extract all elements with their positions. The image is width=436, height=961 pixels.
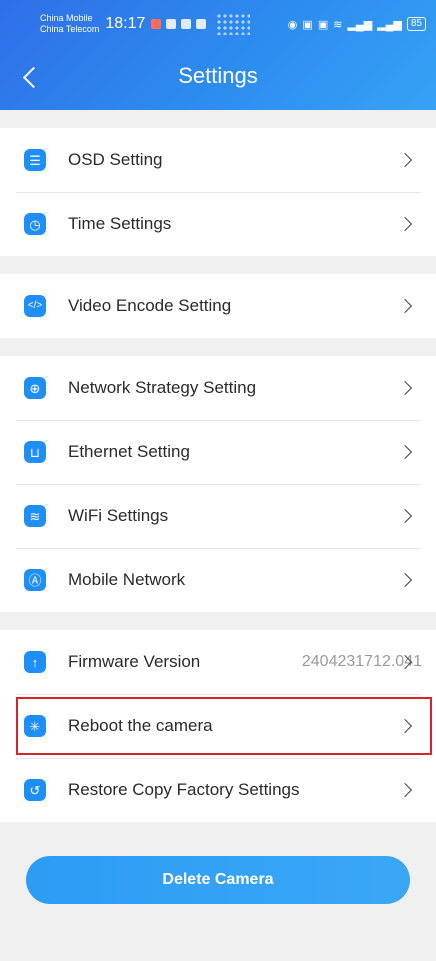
wifi-status-icon: ≋	[333, 18, 343, 31]
settings-item-wifi[interactable]: ≋ WiFi Settings	[0, 484, 436, 548]
settings-group-display: ☰ OSD Setting ◷ Time Settings	[0, 128, 436, 256]
notification-icon	[196, 19, 207, 29]
settings-item-label: Reboot the camera	[68, 716, 213, 735]
settings-item-label: Restore Copy Factory Settings	[68, 780, 300, 799]
signal-icon: ▂▄▆	[347, 18, 373, 31]
section-gap	[0, 338, 436, 356]
section-gap	[0, 612, 436, 630]
chevron-right-icon	[397, 152, 413, 168]
title-bar: Settings	[0, 48, 436, 110]
app-header: China Mobile China Telecom 18:17 ◉ ▣ ▣ ≋…	[0, 0, 436, 110]
chevron-right-icon	[397, 444, 413, 460]
settings-item-label: Network Strategy Setting	[68, 378, 257, 397]
settings-item-mobile-network[interactable]: Ⓐ Mobile Network	[0, 548, 436, 612]
settings-item-label: WiFi Settings	[68, 506, 169, 525]
settings-item-restore-factory[interactable]: ↺ Restore Copy Factory Settings	[0, 758, 436, 822]
globe-icon: ⊕	[24, 377, 46, 399]
upgrade-icon: ↑	[24, 651, 46, 673]
settings-item-ethernet[interactable]: ⊔ Ethernet Setting	[0, 420, 436, 484]
section-gap	[0, 110, 436, 128]
settings-item-time[interactable]: ◷ Time Settings	[0, 192, 436, 256]
signal-icon: ▂▄▆	[377, 18, 402, 31]
settings-item-firmware[interactable]: ↑ Firmware Version 2404231712.041	[0, 630, 436, 694]
code-icon: </>	[24, 295, 46, 317]
chevron-left-icon[interactable]	[22, 66, 45, 89]
restore-icon: ↺	[24, 779, 46, 801]
dots-icon	[216, 13, 251, 35]
delete-section: Delete Camera	[0, 822, 436, 904]
ethernet-icon: ⊔	[24, 441, 46, 463]
settings-item-label: Firmware Version	[68, 652, 201, 671]
chevron-right-icon	[397, 380, 413, 396]
settings-item-label: Ethernet Setting	[68, 442, 190, 461]
system-icons: ◉ ▣ ▣ ≋ ▂▄▆ ▂▄▆ 85	[288, 17, 426, 31]
settings-item-osd[interactable]: ☰ OSD Setting	[0, 128, 436, 192]
notification-icon	[181, 19, 192, 29]
osd-icon: ☰	[24, 149, 46, 171]
settings-group-video: </> Video Encode Setting	[0, 274, 436, 338]
carrier-1: China Mobile	[40, 13, 93, 23]
page-title: Settings	[178, 63, 258, 88]
wifi-icon: ≋	[24, 505, 46, 527]
reboot-icon: ✳	[24, 715, 46, 737]
carrier-2: China Telecom	[40, 24, 100, 34]
chevron-right-icon	[397, 216, 413, 232]
section-gap	[0, 256, 436, 274]
battery-icon: 85	[406, 17, 426, 31]
settings-item-label: Mobile Network	[68, 570, 186, 589]
chevron-right-icon	[397, 572, 413, 588]
carrier-info: China Mobile China Telecom	[40, 13, 99, 35]
chevron-right-icon	[397, 782, 413, 798]
settings-group-system: ↑ Firmware Version 2404231712.041 ✳ Rebo…	[0, 630, 436, 822]
chevron-right-icon	[397, 718, 413, 734]
status-bar: China Mobile China Telecom 18:17 ◉ ▣ ▣ ≋…	[0, 0, 436, 48]
settings-group-network: ⊕ Network Strategy Setting ⊔ Ethernet Se…	[0, 356, 436, 612]
notification-icon	[166, 19, 177, 29]
notification-icon	[151, 19, 162, 29]
settings-item-label: OSD Setting	[68, 150, 163, 169]
nfc-icon: ▣	[302, 18, 313, 31]
antenna-icon: Ⓐ	[24, 569, 46, 591]
delete-camera-button[interactable]: Delete Camera	[26, 856, 410, 904]
chevron-right-icon	[397, 298, 413, 314]
settings-item-video-encode[interactable]: </> Video Encode Setting	[0, 274, 436, 338]
chevron-right-icon	[397, 508, 413, 524]
clock-icon: ◷	[24, 213, 46, 235]
notification-icons	[151, 19, 207, 29]
settings-item-label: Time Settings	[68, 214, 172, 233]
settings-item-reboot[interactable]: ✳ Reboot the camera	[0, 694, 436, 758]
settings-item-label: Video Encode Setting	[68, 296, 232, 315]
settings-item-network-strategy[interactable]: ⊕ Network Strategy Setting	[0, 356, 436, 420]
status-time: 18:17	[105, 15, 146, 32]
eye-icon: ◉	[287, 18, 298, 31]
mute-icon: ▣	[317, 18, 329, 31]
